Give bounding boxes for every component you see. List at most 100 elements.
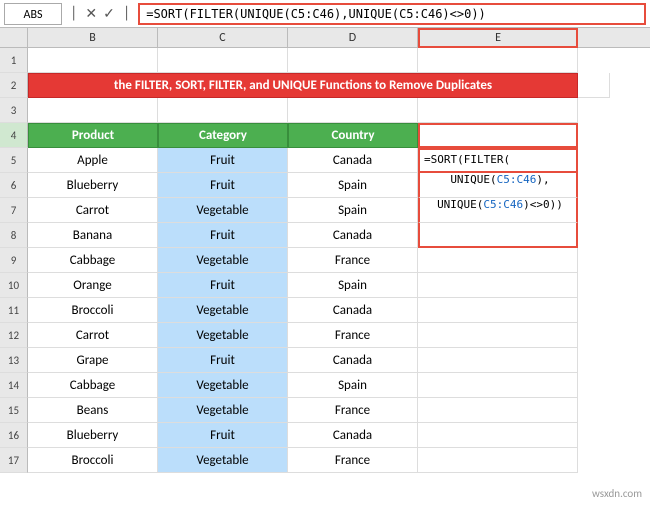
cell-c9[interactable]: Vegetable xyxy=(158,248,288,273)
cell-e2[interactable] xyxy=(578,73,610,98)
cell-d8[interactable]: Canada xyxy=(288,223,418,248)
cell-d13[interactable]: Canada xyxy=(288,348,418,373)
cell-b17[interactable]: Broccoli xyxy=(28,448,158,473)
cell-d9[interactable]: France xyxy=(288,248,418,273)
formula-sep2: | xyxy=(119,4,134,23)
grid-row-8: Banana Fruit Canada xyxy=(28,223,650,248)
remark-line3b: C5:C46 xyxy=(483,198,523,211)
cell-e7[interactable]: UNIQUE(C5:C46)<>0)) xyxy=(418,198,578,223)
grid-row-1 xyxy=(28,48,650,73)
cell-c14[interactable]: Vegetable xyxy=(158,373,288,398)
cell-b9[interactable]: Cabbage xyxy=(28,248,158,273)
cell-c1[interactable] xyxy=(158,48,288,73)
cell-c6[interactable]: Fruit xyxy=(158,173,288,198)
row-num-3: 3 xyxy=(0,98,28,123)
row-num-5: 5 xyxy=(0,148,28,173)
cell-e13[interactable] xyxy=(418,348,578,373)
cell-c15[interactable]: Vegetable xyxy=(158,398,288,423)
remark-line3c: )<>0)) xyxy=(523,198,563,211)
row-num-6: 6 xyxy=(0,173,28,198)
confirm-icon[interactable]: ✓ xyxy=(103,5,115,22)
cell-d14[interactable]: Spain xyxy=(288,373,418,398)
cell-d15[interactable]: France xyxy=(288,398,418,423)
cell-b6[interactable]: Blueberry xyxy=(28,173,158,198)
row-num-12: 12 xyxy=(0,323,28,348)
cell-e12[interactable] xyxy=(418,323,578,348)
col-header-e: E xyxy=(418,28,578,48)
cell-d5[interactable]: Canada xyxy=(288,148,418,173)
ribbon-bar: ABS | ✕ ✓ | =SORT(FILTER(UNIQUE(C5:C46),… xyxy=(0,0,650,28)
cell-c12[interactable]: Vegetable xyxy=(158,323,288,348)
cell-b12[interactable]: Carrot xyxy=(28,323,158,348)
cell-b1[interactable] xyxy=(28,48,158,73)
grid-row-13: Grape Fruit Canada xyxy=(28,348,650,373)
cell-e1[interactable] xyxy=(418,48,578,73)
cell-c10[interactable]: Fruit xyxy=(158,273,288,298)
cell-b15[interactable]: Beans xyxy=(28,398,158,423)
name-box[interactable]: ABS xyxy=(4,3,62,25)
formula-bar[interactable]: =SORT(FILTER(UNIQUE(C5:C46),UNIQUE(C5:C4… xyxy=(138,3,646,25)
cell-d7[interactable]: Spain xyxy=(288,198,418,223)
cell-e8[interactable] xyxy=(418,223,578,248)
row-num-2: 2 xyxy=(0,73,28,98)
cell-d3[interactable] xyxy=(288,98,418,123)
grid-row-4: Product Category Country Remark xyxy=(28,123,650,148)
cell-c5[interactable]: Fruit xyxy=(158,148,288,173)
cell-b16[interactable]: Blueberry xyxy=(28,423,158,448)
col-header-b: B xyxy=(28,28,158,48)
cell-b11[interactable]: Broccoli xyxy=(28,298,158,323)
row-num-7: 7 xyxy=(0,198,28,223)
cell-b3[interactable] xyxy=(28,98,158,123)
cancel-icon[interactable]: ✕ xyxy=(85,5,97,22)
row-num-4: 4 xyxy=(0,123,28,148)
cell-c13[interactable]: Fruit xyxy=(158,348,288,373)
cell-c16[interactable]: Fruit xyxy=(158,423,288,448)
cell-c7[interactable]: Vegetable xyxy=(158,198,288,223)
header-country: Country xyxy=(288,123,418,148)
cell-c17[interactable]: Vegetable xyxy=(158,448,288,473)
grid-row-11: Broccoli Vegetable Canada xyxy=(28,298,650,323)
row-num-14: 14 xyxy=(0,373,28,398)
remark-line2b: C5:C46 xyxy=(497,173,537,186)
cell-e16[interactable] xyxy=(418,423,578,448)
cell-b14[interactable]: Cabbage xyxy=(28,373,158,398)
cell-e6[interactable]: UNIQUE(C5:C46), xyxy=(418,173,578,198)
grid-row-16: Blueberry Fruit Canada xyxy=(28,423,650,448)
grid-body: the FILTER, SORT, FILTER, and UNIQUE Fun… xyxy=(28,48,650,473)
grid-row-17: Broccoli Vegetable France xyxy=(28,448,650,473)
cell-e10[interactable] xyxy=(418,273,578,298)
row-num-11: 11 xyxy=(0,298,28,323)
formula-controls: ✕ ✓ xyxy=(85,5,114,22)
cell-e9[interactable] xyxy=(418,248,578,273)
cell-e15[interactable] xyxy=(418,398,578,423)
cell-c8[interactable]: Fruit xyxy=(158,223,288,248)
grid-row-10: Orange Fruit Spain xyxy=(28,273,650,298)
cell-e11[interactable] xyxy=(418,298,578,323)
cell-d10[interactable]: Spain xyxy=(288,273,418,298)
cell-b7[interactable]: Carrot xyxy=(28,198,158,223)
grid-row-14: Cabbage Vegetable Spain xyxy=(28,373,650,398)
cell-d17[interactable]: France xyxy=(288,448,418,473)
col-header-d: D xyxy=(288,28,418,48)
cell-d16[interactable]: Canada xyxy=(288,423,418,448)
cell-d1[interactable] xyxy=(288,48,418,73)
cell-e3[interactable] xyxy=(418,98,578,123)
header-remark: Remark xyxy=(418,123,578,148)
cell-d6[interactable]: Spain xyxy=(288,173,418,198)
grid: 1 2 3 4 5 6 7 8 9 10 11 12 13 14 15 16 1… xyxy=(0,48,650,473)
cell-e17[interactable] xyxy=(418,448,578,473)
corner-cell xyxy=(0,28,28,47)
remark-line3a: UNIQUE( xyxy=(437,198,483,211)
cell-c3[interactable] xyxy=(158,98,288,123)
cell-b13[interactable]: Grape xyxy=(28,348,158,373)
remark-cell[interactable]: =SORT(FILTER( xyxy=(418,148,578,173)
remark-line2c: ), xyxy=(536,173,549,186)
cell-d12[interactable]: France xyxy=(288,323,418,348)
cell-c11[interactable]: Vegetable xyxy=(158,298,288,323)
cell-b5[interactable]: Apple xyxy=(28,148,158,173)
cell-e14[interactable] xyxy=(418,373,578,398)
grid-row-2: the FILTER, SORT, FILTER, and UNIQUE Fun… xyxy=(28,73,650,98)
cell-d11[interactable]: Canada xyxy=(288,298,418,323)
cell-b10[interactable]: Orange xyxy=(28,273,158,298)
cell-b8[interactable]: Banana xyxy=(28,223,158,248)
